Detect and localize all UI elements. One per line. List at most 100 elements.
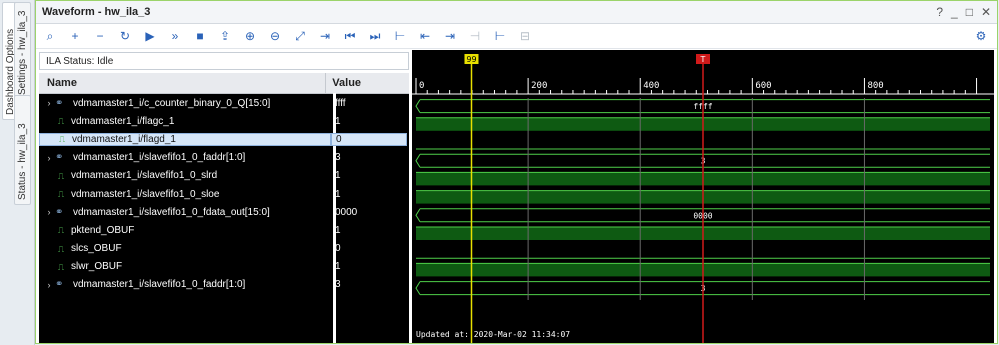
signal-icon: ⎍: [57, 170, 65, 181]
signal-name-cell[interactable]: › ⚭ vdmamaster1_i/slavefifo1_0_fdata_out[1…: [39, 207, 331, 218]
signal-name-cell[interactable]: ⎍ pktend_OBUF: [39, 225, 331, 236]
expand-chevron-icon[interactable]: ›: [43, 98, 55, 108]
close-icon[interactable]: ✕: [981, 5, 991, 19]
signal-value: 3: [335, 152, 341, 164]
go-to-start-icon[interactable]: ⏮: [340, 26, 360, 46]
remove-icon[interactable]: −: [90, 26, 110, 46]
run-trigger-immediate-icon[interactable]: ↻: [115, 26, 135, 46]
signal-value: 0000: [335, 206, 358, 218]
signal-name: pktend_OBUF: [71, 224, 135, 236]
signal-name-cell[interactable]: ⎍ vdmamaster1_i/flagc_1: [39, 116, 331, 127]
signal-name: vdmamaster1_i/slavefifo1_0_faddr[1:0]: [73, 279, 246, 291]
signal-name: vdmamaster1_i/flagd_1: [72, 133, 176, 145]
bus-icon: ⚭: [55, 97, 64, 109]
signal-name: vdmamaster1_i/c_counter_binary_0_Q[15:0]: [73, 97, 271, 109]
ruler-tick-label: 400: [643, 81, 659, 91]
signal-value: 1: [335, 261, 341, 273]
minimize-icon[interactable]: _: [951, 5, 958, 19]
auto-retrigger-icon[interactable]: »: [165, 26, 185, 46]
maximize-icon[interactable]: □: [966, 5, 973, 19]
bus-icon: ⚭: [55, 206, 64, 218]
signal-row[interactable]: ⎍ vdmamaster1_i/flagd_1 0: [39, 130, 409, 148]
signal-row[interactable]: ⎍ slcs_OBUF 0: [39, 240, 409, 258]
add-marker-icon[interactable]: ⊢: [390, 26, 410, 46]
signal-row[interactable]: › ⚭ vdmamaster1_i/slavefifo1_0_faddr[1:0] 3: [39, 149, 409, 167]
signal-icon: ⎍: [57, 116, 65, 127]
signal-name: vdmamaster1_i/slavefifo1_0_fdata_out[15:…: [73, 206, 270, 218]
signal-list: Name Value › ⚭ vdmamaster1_i/c_counter_bin…: [39, 73, 409, 343]
signal-rows: › ⚭ vdmamaster1_i/c_counter_binary_0_Q[15:…: [39, 94, 409, 294]
signal-row[interactable]: ⎍ vdmamaster1_i/slavefifo1_0_sloe 1: [39, 185, 409, 203]
signal-name: vdmamaster1_i/slavefifo1_0_faddr[1:0]: [73, 152, 246, 164]
signal-name-cell[interactable]: ⎍ vdmamaster1_i/slavefifo1_0_slrd: [39, 170, 331, 181]
signal-row[interactable]: › ⚭ vdmamaster1_i/c_counter_binary_0_Q[15:…: [39, 94, 409, 112]
next-marker-icon[interactable]: ⊢: [490, 26, 510, 46]
signal-name-cell[interactable]: ⎍ vdmamaster1_i/flagd_1: [39, 132, 331, 146]
signal-row[interactable]: ⎍ vdmamaster1_i/slavefifo1_0_slrd 1: [39, 167, 409, 185]
signal-row[interactable]: ⎍ vdmamaster1_i/flagc_1 1: [39, 112, 409, 130]
signal-icon: ⎍: [57, 189, 65, 200]
side-tab-strip: Dashboard Options Settings - hw_ila_3 St…: [0, 0, 35, 345]
run-trigger-icon[interactable]: ▶: [140, 26, 160, 46]
signal-name-cell[interactable]: ⎍ vdmamaster1_i/slavefifo1_0_sloe: [39, 189, 331, 200]
value-column-header[interactable]: Value: [326, 73, 409, 93]
signal-value: 1: [335, 188, 341, 200]
go-to-cursor-icon[interactable]: ⇥: [315, 26, 335, 46]
signal-value: 3: [335, 279, 341, 291]
signal-name-cell[interactable]: › ⚭ vdmamaster1_i/slavefifo1_0_faddr[1:0]: [39, 152, 331, 163]
ruler-tick-label: 200: [531, 81, 547, 91]
previous-marker-icon[interactable]: ⊣: [465, 26, 485, 46]
gear-icon[interactable]: ⚙: [971, 26, 991, 46]
signal-icon: ⎍: [58, 134, 66, 145]
signal-value: 1: [335, 115, 341, 127]
waveform-view[interactable]: 0200400600800ffff30000399T Updated at: 2…: [412, 50, 994, 343]
signal-name-cell[interactable]: ⎍ slwr_OBUF: [39, 261, 331, 272]
tab-settings[interactable]: Settings - hw_ila_3: [14, 2, 31, 100]
tab-status[interactable]: Status - hw_ila_3: [14, 95, 31, 205]
waveform-canvas[interactable]: 0200400600800ffff30000399T: [412, 50, 994, 343]
signal-value: 0: [331, 132, 407, 146]
signal-value: 1: [335, 224, 341, 236]
signal-name: vdmamaster1_i/slavefifo1_0_sloe: [71, 188, 220, 200]
marker-label: T: [700, 55, 706, 64]
bus-icon: ⚭: [55, 279, 64, 291]
add-icon[interactable]: +: [65, 26, 85, 46]
signal-name-cell[interactable]: ⎍ slcs_OBUF: [39, 243, 331, 254]
panel-titlebar: Waveform - hw_ila_3 ? _ □ ✕: [36, 1, 997, 24]
updated-timestamp: Updated at: 2020-Mar-02 11:34:07: [416, 330, 571, 339]
search-icon[interactable]: ⌕: [40, 26, 60, 46]
expand-chevron-icon[interactable]: ›: [43, 153, 55, 163]
swap-markers-icon[interactable]: ⊟: [515, 26, 535, 46]
signal-name: vdmamaster1_i/flagc_1: [71, 115, 175, 127]
name-column-header[interactable]: Name: [39, 73, 327, 93]
expand-chevron-icon[interactable]: ›: [43, 207, 55, 217]
bus-icon: ⚭: [55, 152, 64, 164]
help-icon[interactable]: ?: [936, 5, 943, 19]
go-to-end-icon[interactable]: ⏭: [365, 26, 385, 46]
zoom-out-icon[interactable]: ⊖: [265, 26, 285, 46]
signal-row[interactable]: › ⚭ vdmamaster1_i/slavefifo1_0_fdata_out[1…: [39, 203, 409, 221]
waveform-panel: Waveform - hw_ila_3 ? _ □ ✕ ⌕ + − ↻ ▶» ■ ⇪ ⊕ ⊖ ⤢ ⇥…: [35, 0, 998, 344]
ruler-tick-label: 600: [755, 81, 771, 91]
expand-chevron-icon[interactable]: ›: [43, 280, 55, 290]
signal-row[interactable]: › ⚭ vdmamaster1_i/slavefifo1_0_faddr[1:0] 3: [39, 276, 409, 294]
signal-name-cell[interactable]: › ⚭ vdmamaster1_i/c_counter_binary_0_Q[15:…: [39, 98, 331, 109]
next-transition-icon[interactable]: ⇥: [440, 26, 460, 46]
waveform-toolbar: ⌕ + − ↻ ▶» ■ ⇪ ⊕ ⊖ ⤢ ⇥ ⏮ ⏭ ⊢ ⇤ ⇥ ⊣ ⊢ ⊟ ⚙: [36, 24, 997, 49]
panel-title: Waveform - hw_ila_3: [42, 6, 151, 18]
ruler-tick-label: 800: [867, 81, 883, 91]
ruler-tick-label: 0: [419, 81, 424, 91]
signal-row[interactable]: ⎍ pktend_OBUF 1: [39, 221, 409, 239]
signal-name-cell[interactable]: › ⚭ vdmamaster1_i/slavefifo1_0_faddr[1:0]: [39, 279, 331, 290]
window-controls: ? _ □ ✕: [936, 5, 997, 19]
previous-transition-icon[interactable]: ⇤: [415, 26, 435, 46]
zoom-in-icon[interactable]: ⊕: [240, 26, 260, 46]
signal-icon: ⎍: [57, 225, 65, 236]
zoom-fit-icon[interactable]: ⤢: [290, 26, 310, 46]
signal-value: 0: [335, 243, 341, 255]
signal-name: slcs_OBUF: [71, 243, 122, 255]
signal-row[interactable]: ⎍ slwr_OBUF 1: [39, 258, 409, 276]
export-icon[interactable]: ⇪: [215, 26, 235, 46]
stop-icon[interactable]: ■: [190, 26, 210, 46]
signal-name: vdmamaster1_i/slavefifo1_0_slrd: [71, 170, 218, 182]
